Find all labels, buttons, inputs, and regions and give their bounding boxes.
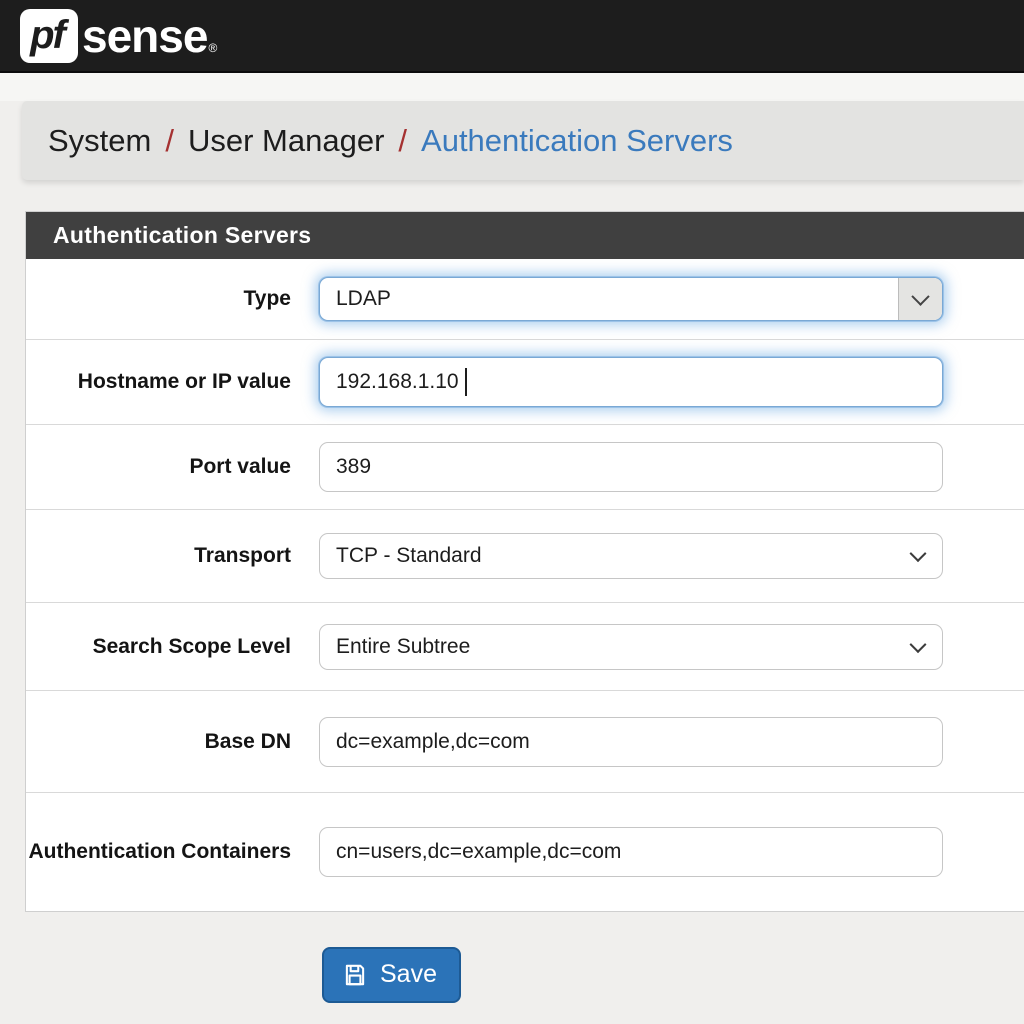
breadcrumb-separator: / — [165, 123, 174, 159]
transport-select-value: TCP - Standard — [336, 544, 482, 568]
chevron-down-icon[interactable] — [898, 278, 942, 320]
chevron-down-icon — [910, 636, 927, 653]
search-scope-select-value: Entire Subtree — [336, 635, 470, 659]
header-spacer — [0, 73, 1024, 101]
floppy-disk-icon — [342, 962, 368, 988]
authentication-containers-input[interactable] — [319, 827, 943, 877]
transport-select[interactable]: TCP - Standard — [319, 533, 943, 579]
authentication-containers-label: Authentication Containers — [26, 834, 318, 870]
form-actions: Save — [0, 912, 1024, 1003]
hostname-input[interactable] — [319, 357, 943, 407]
text-cursor — [465, 368, 467, 396]
form-row-port: Port value — [26, 425, 1024, 510]
port-input[interactable] — [319, 442, 943, 492]
breadcrumb: System / User Manager / Authentication S… — [22, 101, 1024, 180]
breadcrumb-separator: / — [398, 123, 407, 159]
form-row-base-dn: Base DN — [26, 691, 1024, 793]
breadcrumb-authentication-servers[interactable]: Authentication Servers — [421, 123, 733, 159]
authentication-servers-panel: Authentication Servers Type LDAP Hostnam… — [25, 211, 1024, 912]
form-row-hostname: Hostname or IP value — [26, 340, 1024, 425]
pfsense-logo-pf: pf — [30, 13, 68, 58]
hostname-label: Hostname or IP value — [26, 364, 318, 400]
registered-trademark-icon: ® — [208, 41, 217, 63]
pfsense-logo[interactable]: pf sense ® — [20, 9, 217, 63]
breadcrumb-system[interactable]: System — [48, 123, 151, 159]
panel-title: Authentication Servers — [26, 212, 1024, 259]
form-row-transport: Transport TCP - Standard — [26, 510, 1024, 603]
form-row-type: Type LDAP — [26, 259, 1024, 340]
transport-label: Transport — [26, 538, 318, 574]
save-button[interactable]: Save — [322, 947, 461, 1003]
chevron-down-icon — [910, 545, 927, 562]
save-button-label: Save — [380, 960, 437, 989]
port-label: Port value — [26, 449, 318, 485]
pfsense-logo-sense: sense — [82, 9, 207, 63]
type-select[interactable]: LDAP — [319, 277, 943, 321]
form-row-search-scope: Search Scope Level Entire Subtree — [26, 603, 1024, 691]
base-dn-label: Base DN — [26, 724, 318, 760]
pfsense-logo-box: pf — [20, 9, 78, 63]
search-scope-select[interactable]: Entire Subtree — [319, 624, 943, 670]
base-dn-input[interactable] — [319, 717, 943, 767]
type-select-value: LDAP — [336, 287, 391, 311]
form-row-authentication-containers: Authentication Containers — [26, 793, 1024, 911]
search-scope-label: Search Scope Level — [26, 629, 318, 665]
top-navbar: pf sense ® — [0, 0, 1024, 73]
type-label: Type — [26, 281, 318, 317]
breadcrumb-user-manager[interactable]: User Manager — [188, 123, 384, 159]
